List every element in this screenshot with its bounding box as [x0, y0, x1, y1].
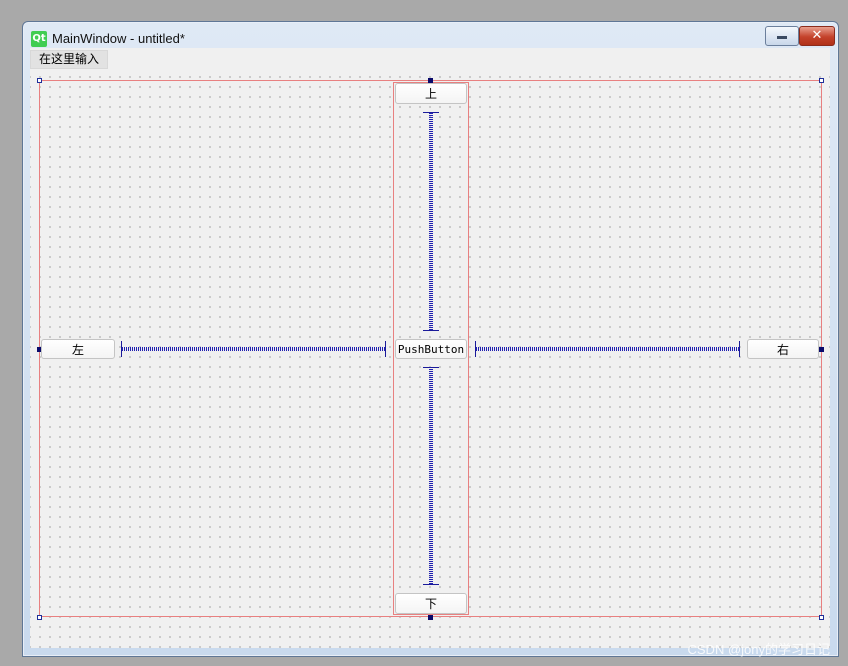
qt-logo-icon: Qt — [31, 31, 47, 47]
center-push-button[interactable]: PushButton — [395, 339, 467, 359]
selection-handle-top-left[interactable] — [37, 78, 42, 83]
left-button[interactable]: 左 — [41, 339, 115, 359]
close-icon: ✕ — [811, 28, 823, 43]
selection-handle-top-right[interactable] — [819, 78, 824, 83]
bottom-vertical-spacer[interactable] — [423, 367, 439, 585]
window-title: MainWindow - untitled* — [52, 31, 185, 46]
bottom-button[interactable]: 下 — [395, 593, 467, 614]
title-bar[interactable]: Qt MainWindow - untitled* ✕ — [23, 22, 838, 48]
selection-handle-bottom-right[interactable] — [819, 615, 824, 620]
close-button[interactable]: ✕ — [799, 26, 835, 46]
left-horizontal-spacer[interactable] — [121, 341, 386, 357]
main-window: Qt MainWindow - untitled* ✕ 在这里输入 上 下 左 … — [22, 21, 839, 657]
form-client-area: 在这里输入 上 下 左 右 PushButton — [30, 48, 830, 648]
watermark: CSDN @jony的学习日记 — [687, 642, 831, 657]
top-button[interactable]: 上 — [395, 83, 467, 104]
right-button[interactable]: 右 — [747, 339, 819, 359]
selection-handle-bottom-left[interactable] — [37, 615, 42, 620]
menu-bar: 在这里输入 — [30, 48, 830, 69]
design-canvas[interactable]: 上 下 左 右 PushButton — [30, 69, 830, 648]
right-horizontal-spacer[interactable] — [475, 341, 740, 357]
menu-type-here[interactable]: 在这里输入 — [30, 50, 109, 69]
minimize-button[interactable] — [765, 26, 799, 46]
selection-handle-bottom-center[interactable] — [428, 615, 433, 620]
selection-handle-middle-right[interactable] — [819, 347, 824, 352]
top-vertical-spacer[interactable] — [423, 112, 439, 331]
minimize-icon — [777, 36, 787, 39]
